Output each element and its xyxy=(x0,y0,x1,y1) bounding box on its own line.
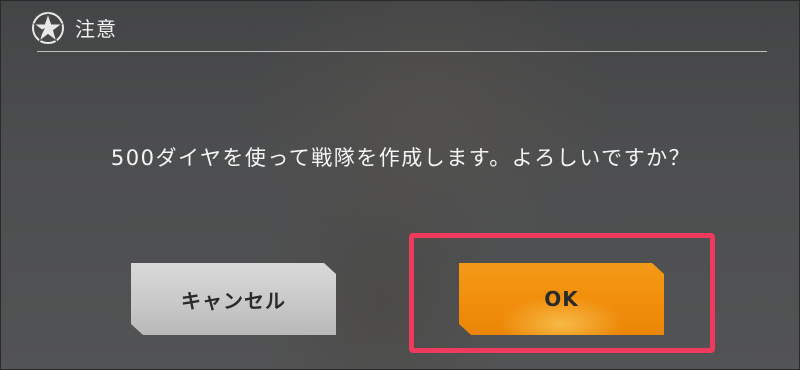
dialog-title: 注意 xyxy=(75,17,117,41)
ok-button[interactable]: OK xyxy=(459,263,664,335)
header-divider xyxy=(37,51,767,52)
cancel-button-label: キャンセル xyxy=(181,288,286,313)
star-emblem-icon xyxy=(31,11,65,45)
confirm-dialog: 注意 500ダイヤを使って戦隊を作成します。よろしいですか？ キャンセル OK xyxy=(0,0,800,370)
ok-button-label: OK xyxy=(544,287,579,311)
confirm-message: 500ダイヤを使って戦隊を作成します。よろしいですか？ xyxy=(110,146,692,170)
cancel-button[interactable]: キャンセル xyxy=(131,263,336,335)
dialog-header: 注意 xyxy=(1,1,799,59)
